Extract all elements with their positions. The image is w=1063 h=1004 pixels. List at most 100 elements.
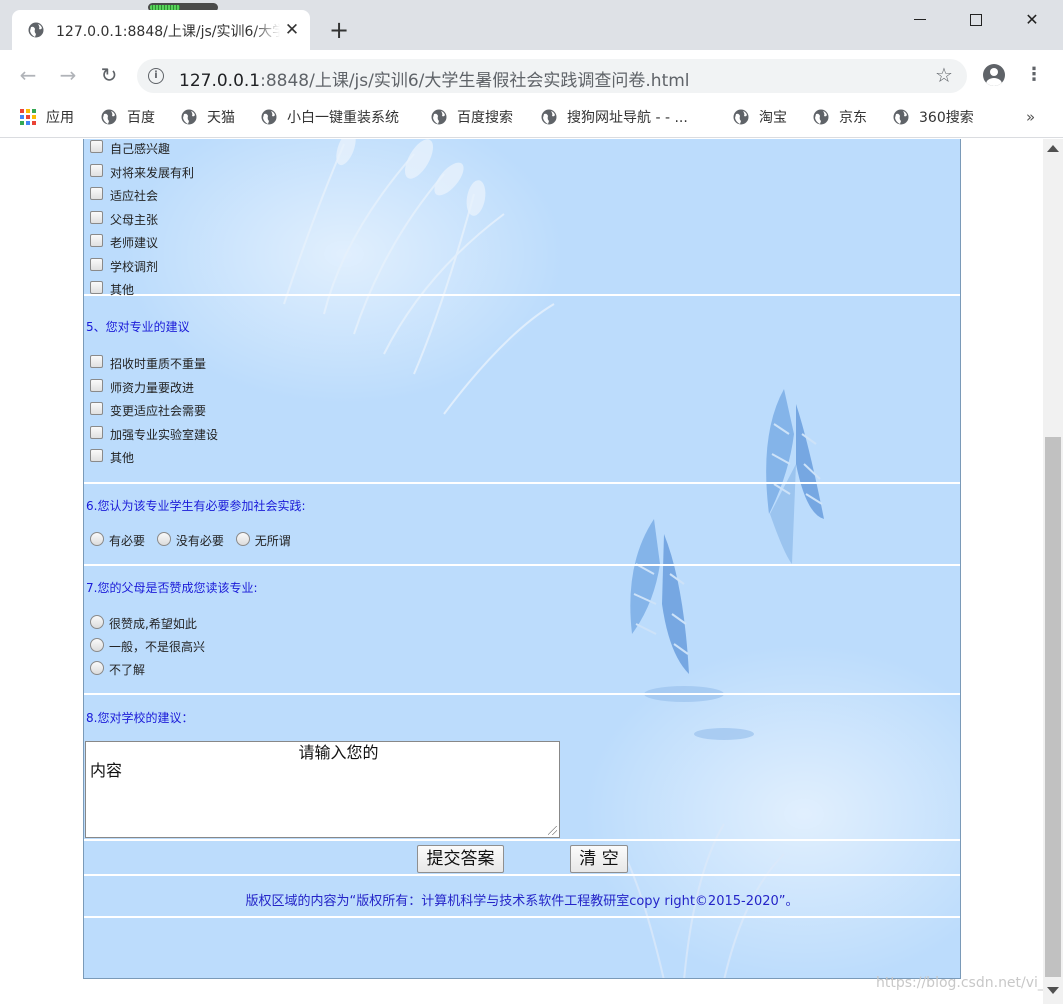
checkbox[interactable] (90, 234, 103, 247)
radio-button[interactable] (235, 532, 250, 546)
bookmark-label: 应用 (46, 110, 74, 126)
bookmark-star-icon[interactable]: ☆ (933, 64, 955, 86)
minimize-button[interactable] (897, 8, 943, 32)
option-label: 自己感兴趣 (110, 142, 171, 156)
scroll-up-arrow-icon[interactable] (1047, 145, 1059, 152)
radio-button[interactable] (90, 661, 104, 675)
maximize-icon (970, 14, 982, 26)
radio-button[interactable] (90, 532, 104, 546)
bookmark-label: 搜狗网址导航 - - ... (567, 110, 688, 126)
q5-option-3[interactable]: 加强专业实验室建设 (90, 426, 218, 444)
q4-option-2[interactable]: 适应社会 (90, 187, 158, 205)
bookmark-baidu-search[interactable]: 百度搜索 (431, 108, 513, 128)
globe-icon (733, 109, 749, 124)
tab-strip: 127.0.0.1:8848/上课/js/实训6/大学生暑假社会实践调查问卷.h… (0, 0, 1063, 50)
resize-grip-icon[interactable] (548, 826, 557, 835)
radio-button[interactable] (156, 532, 171, 546)
checkbox[interactable] (90, 379, 103, 392)
q6-option-1[interactable]: 没有必要 (156, 532, 224, 550)
globe-icon (28, 22, 44, 38)
option-label: 加强专业实验室建设 (110, 428, 219, 442)
checkbox[interactable] (90, 187, 103, 200)
checkbox[interactable] (90, 140, 103, 153)
bookmarks-bar: 应用 百度 天猫 小白一键重装系统 百度搜索 搜狗网址导航 - - ... 淘宝… (0, 100, 1063, 138)
clear-button[interactable]: 清 空 (570, 845, 628, 873)
apps-grid-icon (20, 108, 36, 125)
submit-button[interactable]: 提交答案 (417, 845, 504, 873)
profile-avatar-icon[interactable] (983, 64, 1005, 86)
question-7-section: 7.您的父母是否赞成您读该专业: 很赞成,希望如此 一般，不是很高兴 不了解 (84, 568, 960, 695)
checkbox[interactable] (90, 355, 103, 368)
question-title: 7.您的父母是否赞成您读该专业: (86, 581, 258, 595)
bookmark-xiaobai[interactable]: 小白一键重装系统 (261, 108, 399, 128)
q5-option-2[interactable]: 变更适应社会需要 (90, 402, 206, 420)
reload-icon[interactable]: ↻ (97, 63, 121, 87)
question-title: 8.您对学校的建议： (86, 711, 194, 725)
copyright-row: 版权区域的内容为“版权所有：计算机科学与技术系软件工程教研室copy right… (84, 878, 960, 918)
q7-option-0[interactable]: 很赞成,希望如此 (90, 615, 197, 633)
checkbox[interactable] (90, 426, 103, 439)
radio-button[interactable] (90, 638, 104, 652)
bookmark-label: 天猫 (207, 110, 235, 126)
q4-option-4[interactable]: 老师建议 (90, 234, 158, 252)
more-menu-icon[interactable]: ⋮ (1024, 64, 1044, 86)
option-label: 有必要 (109, 534, 146, 548)
bookmark-jd[interactable]: 京东 (813, 108, 867, 128)
globe-icon (541, 109, 557, 124)
radio-button[interactable] (90, 615, 104, 629)
minimize-icon (914, 19, 926, 20)
bookmark-label: 小白一键重装系统 (287, 110, 399, 126)
bookmark-label: 百度搜索 (457, 110, 513, 126)
bookmark-apps[interactable]: 应用 (20, 108, 74, 128)
option-label: 对将来发展有利 (110, 166, 195, 180)
globe-icon (181, 109, 197, 124)
scroll-down-arrow-icon[interactable] (1047, 987, 1059, 994)
checkbox[interactable] (90, 281, 103, 294)
csdn-watermark: https://blog.csdn.net/vi_o (876, 975, 1043, 991)
q4-option-6[interactable]: 其他 (90, 281, 134, 299)
address-bar[interactable]: i 127.0.0.1:8848/上课/js/实训6/大学生暑假社会实践调查问卷… (137, 59, 967, 93)
q5-option-1[interactable]: 师资力量要改进 (90, 379, 194, 397)
bookmark-label: 淘宝 (759, 110, 787, 126)
checkbox[interactable] (90, 258, 103, 271)
bookmark-tmall[interactable]: 天猫 (181, 108, 235, 128)
checkbox[interactable] (90, 402, 103, 415)
bookmark-360[interactable]: 360搜索 (893, 108, 974, 128)
window-close-button[interactable]: ✕ (1009, 8, 1055, 32)
new-tab-button[interactable]: + (326, 18, 352, 44)
bookmark-taobao[interactable]: 淘宝 (733, 108, 787, 128)
forward-arrow-icon[interactable]: → (56, 63, 80, 87)
survey-form: 自己感兴趣 对将来发展有利 适应社会 父母主张 老师建议 学校调剂 其他 5、您… (83, 139, 961, 979)
close-tab-icon[interactable]: ✕ (282, 20, 302, 40)
question-title: 5、您对专业的建议 (86, 320, 190, 334)
checkbox[interactable] (90, 211, 103, 224)
q4-option-5[interactable]: 学校调剂 (90, 258, 158, 276)
suggestion-textarea[interactable]: 请输入您的 内容 (85, 741, 560, 838)
scroll-thumb[interactable] (1045, 437, 1061, 977)
page-viewport: 自己感兴趣 对将来发展有利 适应社会 父母主张 老师建议 学校调剂 其他 5、您… (0, 139, 1043, 1004)
globe-icon (893, 109, 909, 124)
bookmarks-overflow-icon[interactable]: » (1026, 108, 1035, 126)
bookmark-sogou[interactable]: 搜狗网址导航 - - ... (541, 108, 688, 128)
vertical-scrollbar[interactable] (1043, 139, 1063, 1004)
browser-tab[interactable]: 127.0.0.1:8848/上课/js/实训6/大学生暑假社会实践调查问卷.h… (12, 10, 310, 50)
maximize-button[interactable] (953, 8, 999, 32)
q5-option-0[interactable]: 招收时重质不重量 (90, 355, 206, 373)
site-info-icon[interactable]: i (148, 68, 164, 84)
q4-option-3[interactable]: 父母主张 (90, 211, 158, 229)
option-label: 无所谓 (254, 534, 291, 548)
q7-option-2[interactable]: 不了解 (90, 661, 145, 679)
question-6-section: 6.您认为该专业学生有必要参加社会实践: 有必要 没有必要 无所谓 (84, 486, 960, 566)
checkbox[interactable] (90, 164, 103, 177)
q4-option-0[interactable]: 自己感兴趣 (90, 140, 170, 158)
checkbox[interactable] (90, 449, 103, 462)
q6-option-2[interactable]: 无所谓 (235, 532, 291, 550)
back-arrow-icon[interactable]: ← (16, 63, 40, 87)
q4-option-1[interactable]: 对将来发展有利 (90, 164, 194, 182)
option-label: 学校调剂 (110, 260, 159, 274)
url-text[interactable]: 127.0.0.1:8848/上课/js/实训6/大学生暑假社会实践调查问卷.h… (179, 66, 690, 91)
q5-option-4[interactable]: 其他 (90, 449, 134, 467)
bookmark-baidu[interactable]: 百度 (101, 108, 155, 128)
q6-option-0[interactable]: 有必要 (90, 532, 145, 550)
q7-option-1[interactable]: 一般，不是很高兴 (90, 638, 205, 656)
